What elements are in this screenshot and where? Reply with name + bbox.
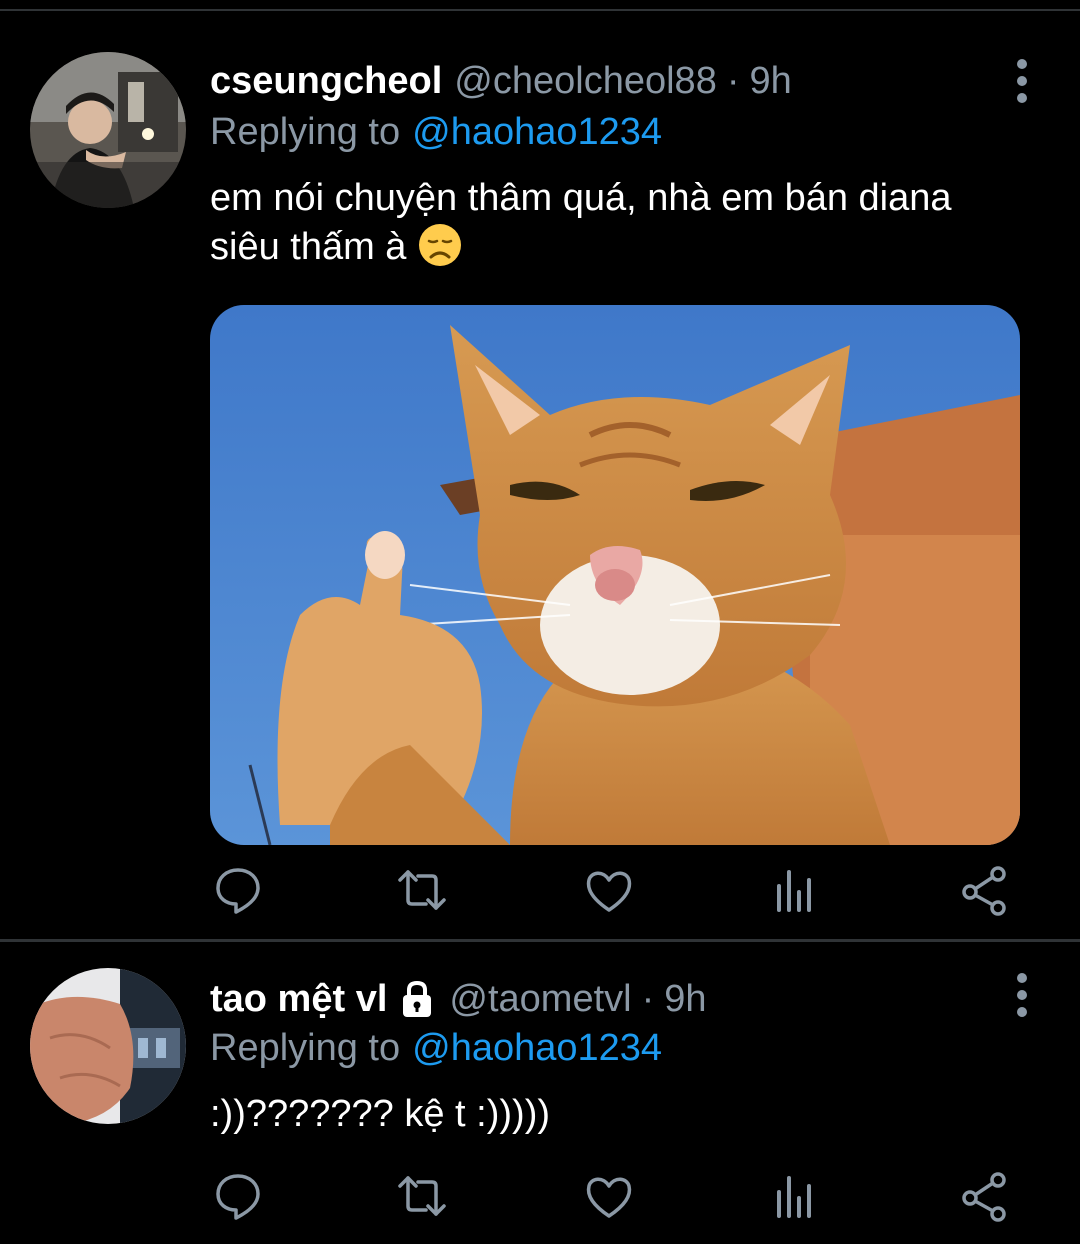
tweet-text: :))??????? kệ t :))))) <box>210 1090 1040 1138</box>
avatar-image <box>30 52 186 208</box>
display-name[interactable]: cseungcheol <box>210 60 442 103</box>
share-icon[interactable] <box>956 862 1012 918</box>
replying-to: Replying to @haohao1234 <box>210 1022 662 1074</box>
lock-icon <box>403 980 432 1017</box>
user-handle[interactable]: @cheolcheol88 <box>454 60 717 103</box>
replying-label: Replying to <box>210 110 401 153</box>
tweet-media[interactable] <box>210 305 1020 845</box>
avatar[interactable] <box>30 52 186 208</box>
retweet-icon[interactable] <box>394 1168 450 1224</box>
avatar[interactable] <box>30 968 186 1124</box>
tweet-text-line: :))??????? kệ t :))))) <box>210 1093 550 1135</box>
timestamp[interactable]: 9h <box>664 978 706 1021</box>
tweet-text-line-content: siêu thấm à <box>210 226 407 268</box>
mention-link[interactable]: @haohao1234 <box>412 1027 662 1070</box>
user-handle[interactable]: @taometvl <box>449 978 631 1021</box>
separator-dot: · <box>641 977 655 1020</box>
share-icon[interactable] <box>956 1168 1012 1224</box>
replying-label: Replying to <box>210 1026 401 1069</box>
tweet-header: cseungcheol @cheolcheol88 · 9h <box>210 54 792 108</box>
timestamp[interactable]: 9h <box>749 60 791 103</box>
reply-icon[interactable] <box>210 862 266 918</box>
replying-to: Replying to @haohao1234 <box>210 106 662 158</box>
analytics-icon[interactable] <box>767 862 823 918</box>
tweet-actions <box>210 862 1020 922</box>
more-options-icon[interactable] <box>1012 968 1032 1022</box>
tweet-actions <box>210 1168 1020 1228</box>
more-options-icon[interactable] <box>1012 54 1032 108</box>
tweet-2[interactable]: tao mệt vl @taometvl · 9h Replying to @h… <box>0 942 1080 1244</box>
separator-dot: · <box>726 59 740 102</box>
reply-icon[interactable] <box>210 1168 266 1224</box>
avatar-image <box>30 968 186 1124</box>
mention-link[interactable]: @haohao1234 <box>412 111 662 154</box>
tweet-text-line-2: siêu thấm à <box>210 222 1040 271</box>
tweet-1[interactable]: cseungcheol @cheolcheol88 · 9h Replying … <box>0 0 1080 939</box>
tweet-text: em nói chuyện thâm quá, nhà em bán diana… <box>210 174 1040 271</box>
like-icon[interactable] <box>581 862 637 918</box>
tweet-header: tao mệt vl @taometvl · 9h <box>210 972 707 1026</box>
display-name[interactable]: tao mệt vl <box>210 978 387 1021</box>
retweet-icon[interactable] <box>394 862 450 918</box>
cat-thumbs-up-image <box>210 305 1020 845</box>
like-icon[interactable] <box>581 1168 637 1224</box>
tweet-text-line: em nói chuyện thâm quá, nhà em bán diana <box>210 177 952 219</box>
analytics-icon[interactable] <box>767 1168 823 1224</box>
disappointed-face-emoji <box>419 224 462 266</box>
